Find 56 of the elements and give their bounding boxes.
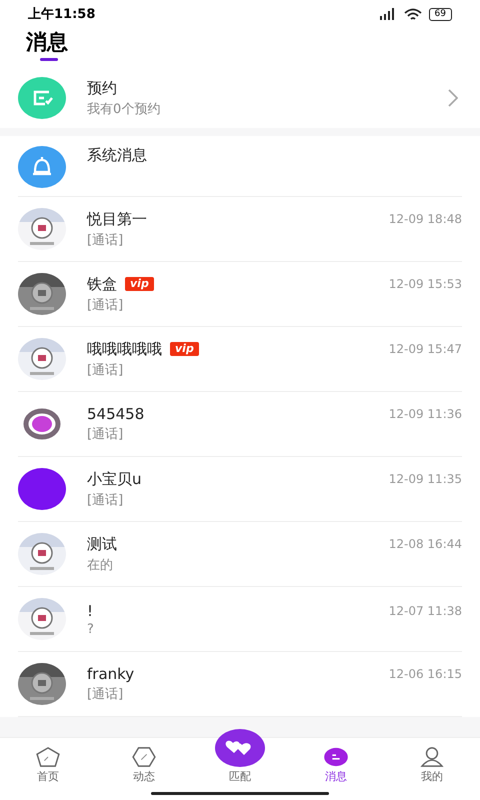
conversation-row[interactable]: 铁盒 vip 12-09 15:53 [通话] bbox=[18, 262, 462, 327]
conversation-row[interactable]: 哦哦哦哦哦 vip 12-09 15:47 [通话] bbox=[18, 327, 462, 392]
message-preview: [通话] bbox=[87, 426, 124, 443]
system-messages-row[interactable]: 系统消息 bbox=[18, 136, 462, 197]
tab[interactable]: 首页 bbox=[0, 738, 96, 800]
avatar-icon bbox=[18, 468, 66, 510]
message-time: 12-09 11:36 bbox=[388, 407, 462, 421]
status-time: 上午11:58 bbox=[28, 6, 96, 23]
vip-badge: vip bbox=[125, 277, 154, 291]
appointment-title: 预约 bbox=[87, 78, 118, 98]
contact-name: 545458 bbox=[87, 405, 144, 423]
message-preview: [通话] bbox=[87, 686, 124, 703]
message-preview: ? bbox=[87, 622, 95, 636]
message-time: 12-09 18:48 bbox=[388, 212, 462, 226]
contact-name: ! bbox=[87, 602, 94, 620]
message-time: 12-06 16:15 bbox=[388, 667, 462, 681]
message-preview: 在的 bbox=[87, 556, 114, 574]
tab[interactable]: 消息 bbox=[288, 738, 384, 800]
title-underline bbox=[40, 58, 58, 61]
battery-indicator: 69 bbox=[428, 8, 452, 20]
contact-name: 悦目第一 bbox=[87, 210, 147, 228]
pentagon-icon bbox=[36, 747, 60, 767]
vip-badge: vip bbox=[170, 342, 199, 356]
message-preview: [通话] bbox=[87, 232, 124, 248]
contact-name: franky bbox=[87, 665, 134, 683]
contact-name: 小宝贝u bbox=[87, 470, 142, 488]
tab[interactable]: 我的 bbox=[384, 738, 480, 800]
message-time: 12-07 11:38 bbox=[388, 604, 462, 618]
hexagon-icon bbox=[132, 747, 156, 767]
wifi-icon bbox=[404, 8, 422, 20]
message-time: 12-08 16:44 bbox=[388, 537, 462, 551]
contact-name: 测试 bbox=[87, 534, 117, 554]
chevron-right-icon bbox=[448, 89, 458, 107]
message-time: 12-09 11:35 bbox=[388, 472, 462, 486]
conversation-row[interactable]: 小宝贝u 12-09 11:35 [通话] bbox=[18, 457, 462, 522]
message-preview: [通话] bbox=[87, 362, 124, 378]
message-preview: [通话] bbox=[87, 296, 124, 314]
bell-icon bbox=[18, 146, 66, 188]
page-title: 消息 bbox=[26, 29, 68, 56]
tab[interactable]: 动态 bbox=[96, 738, 192, 800]
appointment-row[interactable]: 预约 我有0个预约 bbox=[0, 68, 480, 128]
message-time: 12-09 15:53 bbox=[388, 277, 462, 291]
conversation-row[interactable]: 悦目第一 12-09 18:48 [通话] bbox=[18, 197, 462, 262]
conversation-row[interactable]: ! 12-07 11:38 ? bbox=[18, 587, 462, 652]
contact-name: 铁盒 bbox=[87, 274, 117, 294]
contact-name: 哦哦哦哦哦 bbox=[87, 340, 162, 358]
calendar-check-icon bbox=[18, 77, 66, 119]
conversation-row[interactable]: 测试 12-08 16:44 在的 bbox=[18, 522, 462, 587]
appointment-subtitle: 我有0个预约 bbox=[87, 100, 162, 118]
message-time: 12-09 15:47 bbox=[388, 342, 462, 356]
conversation-row[interactable]: 545458 12-09 11:36 [通话] bbox=[18, 392, 462, 457]
chat-bubble-icon bbox=[324, 747, 348, 767]
person-icon bbox=[420, 747, 444, 767]
message-preview: [通话] bbox=[87, 492, 124, 508]
system-messages-title: 系统消息 bbox=[87, 146, 148, 165]
signal-icon bbox=[378, 8, 397, 20]
